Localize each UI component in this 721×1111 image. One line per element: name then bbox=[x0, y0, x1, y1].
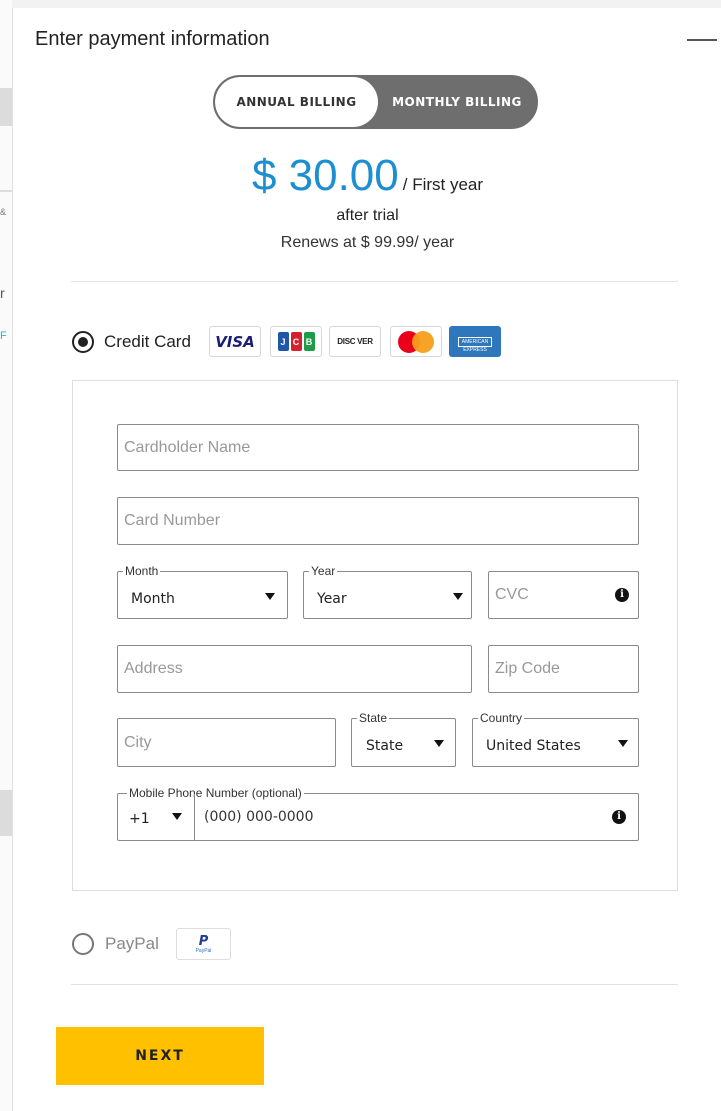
price-display: $ 30.00/ First year bbox=[13, 151, 721, 201]
year-select[interactable]: Year Year bbox=[303, 564, 472, 619]
discover-logo-text: DISC VER bbox=[337, 337, 373, 346]
visa-logo-text: VISA bbox=[215, 332, 255, 351]
chevron-down-icon bbox=[453, 593, 463, 600]
mobile-phone-input[interactable] bbox=[198, 794, 618, 840]
city-field[interactable] bbox=[117, 718, 336, 767]
country-select-value: United States bbox=[486, 738, 581, 754]
annual-billing-option[interactable]: ANNUAL BILLING bbox=[215, 77, 378, 127]
state-select[interactable]: State State bbox=[351, 711, 456, 767]
address-input[interactable] bbox=[118, 646, 471, 692]
state-select-value: State bbox=[366, 738, 404, 754]
zip-code-input[interactable] bbox=[489, 646, 638, 692]
country-code-value[interactable]: +1 bbox=[129, 811, 150, 827]
year-select-value: Year bbox=[317, 591, 347, 607]
credit-card-form: Month Month Year Year i State State bbox=[72, 380, 678, 891]
info-icon[interactable]: i bbox=[615, 588, 629, 602]
chevron-down-icon bbox=[618, 740, 628, 747]
price-amount: $ 30.00 bbox=[251, 151, 399, 200]
month-select[interactable]: Month Month bbox=[117, 564, 288, 619]
card-number-input[interactable] bbox=[118, 498, 638, 544]
country-select[interactable]: Country United States bbox=[472, 711, 639, 767]
payment-panel: Enter payment information ANNUAL BILLING… bbox=[12, 8, 721, 1111]
renewal-note: Renews at $ 99.99/ year bbox=[280, 234, 455, 251]
state-select-label: State bbox=[357, 711, 390, 725]
year-select-label: Year bbox=[309, 564, 338, 578]
cvc-input[interactable] bbox=[489, 572, 599, 618]
background-block bbox=[0, 790, 12, 836]
monthly-billing-option[interactable]: MONTHLY BILLING bbox=[378, 77, 536, 127]
credit-card-radio[interactable] bbox=[72, 331, 94, 353]
divider bbox=[71, 984, 678, 985]
paypal-logo-mark: P bbox=[198, 933, 209, 949]
amex-logo-icon: AMERICAN EXPRESS bbox=[449, 326, 501, 357]
jcb-segment: C bbox=[290, 332, 302, 351]
mobile-phone-field[interactable]: Mobile Phone Number (optional) +1 i bbox=[117, 786, 639, 841]
chevron-down-icon[interactable] bbox=[172, 813, 182, 820]
next-button[interactable]: NEXT bbox=[56, 1027, 264, 1085]
card-number-field[interactable] bbox=[117, 497, 639, 545]
paypal-label[interactable]: PayPal bbox=[105, 934, 159, 954]
divider bbox=[71, 281, 678, 282]
month-select-label: Month bbox=[123, 564, 161, 578]
phone-code-divider bbox=[194, 794, 195, 840]
background-page: & r F bbox=[0, 0, 12, 1111]
zip-code-field[interactable] bbox=[488, 645, 639, 693]
jcb-segment: J bbox=[277, 332, 289, 351]
radio-selected-dot bbox=[78, 337, 88, 347]
cvc-field[interactable]: i bbox=[488, 571, 639, 619]
background-fragment: & bbox=[0, 207, 7, 217]
trial-note: after trial bbox=[336, 207, 399, 224]
discover-logo-icon: DISC VER bbox=[329, 326, 381, 357]
cardholder-name-field[interactable] bbox=[117, 424, 639, 471]
visa-logo-icon: VISA bbox=[209, 326, 261, 357]
paypal-logo-word: PayPal bbox=[195, 947, 212, 954]
chevron-down-icon bbox=[434, 740, 444, 747]
jcb-logo-icon: J C B bbox=[270, 326, 322, 357]
minimize-icon[interactable] bbox=[687, 39, 717, 41]
credit-card-label[interactable]: Credit Card bbox=[104, 332, 191, 352]
jcb-segment: B bbox=[303, 332, 315, 351]
paypal-logo-icon: P PayPal bbox=[176, 928, 231, 960]
paypal-radio[interactable] bbox=[72, 933, 94, 955]
background-block bbox=[0, 190, 12, 192]
chevron-down-icon bbox=[265, 593, 275, 600]
background-block bbox=[0, 88, 12, 126]
city-input[interactable] bbox=[118, 719, 335, 766]
country-select-label: Country bbox=[478, 711, 525, 725]
price-period: / First year bbox=[402, 175, 484, 194]
mastercard-logo-icon bbox=[390, 326, 442, 357]
address-field[interactable] bbox=[117, 645, 472, 693]
billing-toggle[interactable]: ANNUAL BILLING MONTHLY BILLING bbox=[213, 75, 538, 129]
amex-logo-text: AMERICAN EXPRESS bbox=[458, 336, 492, 353]
background-fragment: r bbox=[0, 285, 5, 301]
cardholder-name-input[interactable] bbox=[118, 425, 638, 470]
info-icon[interactable]: i bbox=[612, 810, 626, 824]
month-select-value: Month bbox=[131, 591, 175, 607]
page-title: Enter payment information bbox=[35, 28, 270, 50]
background-fragment: F bbox=[0, 330, 7, 342]
